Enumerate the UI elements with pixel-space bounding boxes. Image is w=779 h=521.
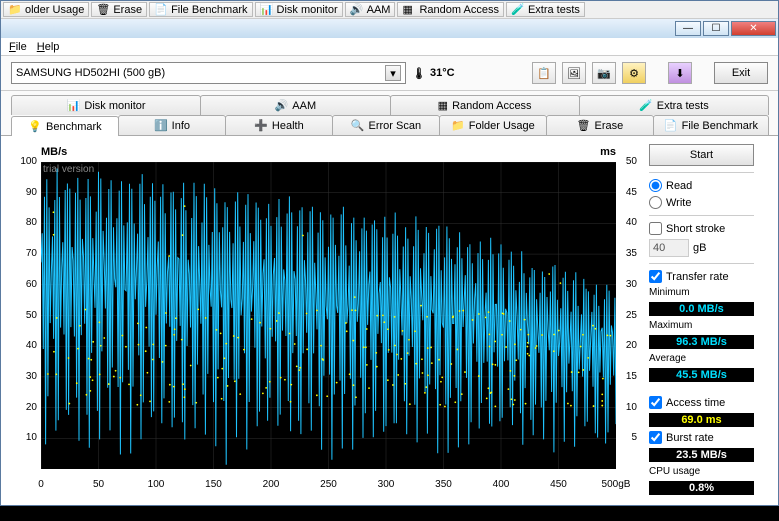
watermark: trial version bbox=[43, 164, 94, 175]
copy-info-button[interactable]: 📋 bbox=[532, 62, 556, 84]
access-time-value: 69.0 ms bbox=[649, 413, 754, 427]
tab-health[interactable]: ➕Health bbox=[225, 115, 333, 135]
y2-axis-label: ms bbox=[600, 146, 616, 158]
bg-tab-random-access[interactable]: ▦Random Access bbox=[397, 2, 503, 17]
transfer-rate-check[interactable]: Transfer rate bbox=[649, 270, 754, 283]
grid-icon: ▦ bbox=[438, 99, 448, 112]
tab-extra-tests[interactable]: 🧪Extra tests bbox=[579, 95, 769, 115]
exit-button[interactable]: Exit bbox=[714, 62, 768, 84]
background-toolbar: 📁older Usage 🗑Erase 📄File Benchmark 📊Dis… bbox=[1, 1, 778, 19]
info-icon: ℹ️ bbox=[154, 119, 168, 132]
tab-benchmark[interactable]: 💡Benchmark bbox=[11, 116, 119, 136]
bg-tab-extra-tests[interactable]: 🧪Extra tests bbox=[506, 2, 585, 17]
tab-disk-monitor[interactable]: 📊Disk monitor bbox=[11, 95, 201, 115]
thermometer-icon: 🌡 bbox=[412, 67, 426, 80]
trash-icon: 🗑 bbox=[577, 119, 591, 132]
folder-icon: 📁 bbox=[451, 119, 465, 132]
menu-file[interactable]: File bbox=[9, 41, 27, 53]
bg-tab-erase[interactable]: 🗑Erase bbox=[91, 2, 147, 17]
bg-tab-disk-monitor[interactable]: 📊Disk monitor bbox=[255, 2, 343, 17]
start-button[interactable]: Start bbox=[649, 144, 754, 166]
maximize-button[interactable]: ☐ bbox=[703, 21, 729, 36]
bg-tab-folder-usage[interactable]: 📁older Usage bbox=[3, 2, 89, 17]
close-button[interactable]: ✕ bbox=[731, 21, 776, 36]
options-button[interactable]: ⚙ bbox=[622, 62, 646, 84]
maximum-value: 96.3 MB/s bbox=[649, 335, 754, 349]
short-stroke-check[interactable]: Short stroke bbox=[649, 222, 754, 235]
health-icon: ➕ bbox=[254, 119, 268, 132]
drive-select-value: SAMSUNG HD502HI (500 gB) bbox=[16, 67, 165, 79]
tab-error-scan[interactable]: 🔍Error Scan bbox=[332, 115, 440, 135]
temperature-readout: 🌡 31°C bbox=[412, 67, 455, 80]
drive-toolbar: SAMSUNG HD502HI (500 gB) ▾ 🌡 31°C 📋 🖼 📷 … bbox=[1, 56, 778, 91]
tab-aam[interactable]: 🔊AAM bbox=[200, 95, 390, 115]
minimum-label: Minimum bbox=[649, 287, 754, 298]
maximum-label: Maximum bbox=[649, 320, 754, 331]
read-radio[interactable]: Read bbox=[649, 179, 754, 192]
save-button[interactable]: ⬇ bbox=[668, 62, 692, 84]
main-window: 📁older Usage 🗑Erase 📄File Benchmark 📊Dis… bbox=[0, 0, 779, 506]
copy-screenshot-button[interactable]: 🖼 bbox=[562, 62, 586, 84]
chevron-down-icon[interactable]: ▾ bbox=[385, 65, 401, 81]
average-label: Average bbox=[649, 353, 754, 364]
file-icon: 📄 bbox=[664, 119, 678, 132]
bg-tab-file-benchmark[interactable]: 📄File Benchmark bbox=[149, 2, 252, 17]
menu-help[interactable]: Help bbox=[37, 41, 60, 53]
short-stroke-input[interactable]: gB bbox=[649, 239, 754, 257]
speaker-icon: 🔊 bbox=[275, 99, 289, 112]
tab-row-bottom: 💡Benchmark ℹ️Info ➕Health 🔍Error Scan 📁F… bbox=[1, 115, 778, 136]
tab-folder-usage[interactable]: 📁Folder Usage bbox=[439, 115, 547, 135]
monitor-icon: 📊 bbox=[67, 99, 81, 112]
side-panel: Start Read Write Short stroke gB Transfe… bbox=[649, 144, 754, 495]
menubar: File Help bbox=[1, 38, 778, 56]
chart-plot-area bbox=[41, 162, 616, 469]
tab-random-access[interactable]: ▦Random Access bbox=[390, 95, 580, 115]
write-radio[interactable]: Write bbox=[649, 196, 754, 209]
cpu-usage-label: CPU usage bbox=[649, 466, 754, 477]
titlebar: — ☐ ✕ bbox=[1, 19, 778, 38]
cpu-usage-value: 0.8% bbox=[649, 481, 754, 495]
burst-rate-check[interactable]: Burst rate bbox=[649, 431, 754, 444]
magnifier-icon: 🔍 bbox=[351, 119, 365, 132]
drive-select[interactable]: SAMSUNG HD502HI (500 gB) ▾ bbox=[11, 62, 406, 84]
y-axis-label: MB/s bbox=[41, 146, 67, 158]
benchmark-chart: MB/s ms trial version 102030405060708090… bbox=[11, 144, 641, 494]
average-value: 45.5 MB/s bbox=[649, 368, 754, 382]
bulb-icon: 💡 bbox=[28, 120, 42, 133]
minimize-button[interactable]: — bbox=[675, 21, 701, 36]
burst-rate-value: 23.5 MB/s bbox=[649, 448, 754, 462]
bg-tab-aam[interactable]: 🔊AAM bbox=[345, 2, 396, 17]
tab-file-benchmark[interactable]: 📄File Benchmark bbox=[653, 115, 769, 135]
flask-icon: 🧪 bbox=[639, 99, 653, 112]
access-time-check[interactable]: Access time bbox=[649, 396, 754, 409]
tab-erase[interactable]: 🗑Erase bbox=[546, 115, 654, 135]
content-area: MB/s ms trial version 102030405060708090… bbox=[1, 136, 778, 505]
tab-info[interactable]: ℹ️Info bbox=[118, 115, 226, 135]
tab-row-top: 📊Disk monitor 🔊AAM ▦Random Access 🧪Extra… bbox=[1, 91, 778, 115]
minimum-value: 0.0 MB/s bbox=[649, 302, 754, 316]
screenshot-button[interactable]: 📷 bbox=[592, 62, 616, 84]
